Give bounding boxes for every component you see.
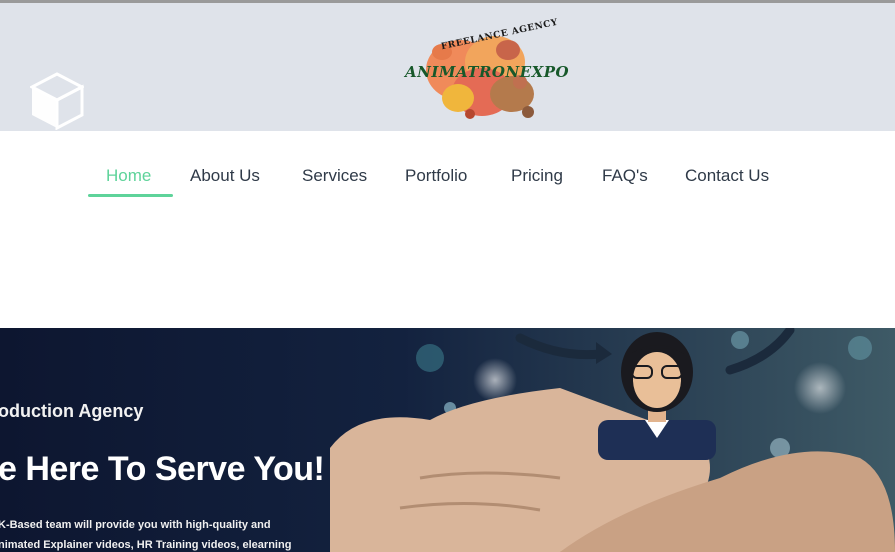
main-nav: Home About Us Services Portfolio Pricing… xyxy=(0,160,895,204)
nav-home[interactable]: Home xyxy=(106,166,151,186)
hero-title: e Here To Serve You! xyxy=(0,450,325,488)
nav-faqs[interactable]: FAQ's xyxy=(602,166,648,186)
hero-banner: oduction Agency e Here To Serve You! K-B… xyxy=(0,328,895,552)
nav-contact-us[interactable]: Contact Us xyxy=(685,166,769,186)
active-nav-underline xyxy=(88,194,173,197)
nav-portfolio[interactable]: Portfolio xyxy=(405,166,467,186)
hero-description: K-Based team will provide you with high-… xyxy=(0,515,291,552)
hero-description-line: nimated Explainer videos, HR Training vi… xyxy=(0,539,292,551)
nav-pricing[interactable]: Pricing xyxy=(511,166,563,186)
cube-icon[interactable] xyxy=(30,72,84,130)
nav-about-us[interactable]: About Us xyxy=(190,166,260,186)
logo-wordmark: ANIMATRONEXPO xyxy=(405,63,570,81)
nav-services[interactable]: Services xyxy=(302,166,367,186)
hero-description-line: K-Based team will provide you with high-… xyxy=(0,519,271,531)
hero-subtitle: oduction Agency xyxy=(0,401,144,421)
